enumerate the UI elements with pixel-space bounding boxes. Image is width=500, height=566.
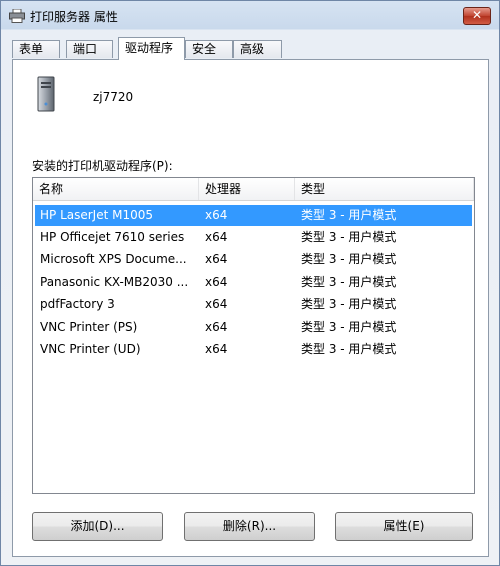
- window-title: 打印服务器 属性: [30, 10, 118, 24]
- installed-drivers-label: 安装的打印机驱动程序(P):: [32, 159, 173, 173]
- driver-type: 类型 3 - 用户模式: [301, 230, 397, 244]
- close-button[interactable]: ✕: [463, 7, 491, 25]
- driver-name: HP Officejet 7610 series: [40, 230, 185, 244]
- remove-driver-button[interactable]: 删除(R)...: [184, 512, 315, 541]
- list-header: 名称 处理器 类型: [33, 178, 474, 201]
- driver-type: 类型 3 - 用户模式: [301, 297, 397, 311]
- driver-name: pdfFactory 3: [40, 297, 115, 311]
- column-header-processor[interactable]: 处理器: [199, 178, 295, 200]
- driver-processor: x64: [205, 252, 228, 266]
- drivers-panel: zj7720 安装的打印机驱动程序(P): 名称 处理器 类型 HP Laser…: [12, 59, 489, 557]
- driver-processor: x64: [205, 208, 228, 222]
- driver-row[interactable]: VNC Printer (PS) x64 类型 3 - 用户模式: [35, 317, 472, 338]
- driver-name: Panasonic KX-MB2030 ...: [40, 275, 189, 289]
- tab-advanced[interactable]: 高级: [233, 40, 282, 58]
- tab-forms[interactable]: 表单: [12, 40, 60, 58]
- driver-name: VNC Printer (PS): [40, 320, 138, 334]
- tab-ports[interactable]: 端口: [66, 40, 113, 58]
- driver-processor: x64: [205, 275, 228, 289]
- driver-name: Microsoft XPS Docume...: [40, 252, 187, 266]
- driver-processor: x64: [205, 230, 228, 244]
- driver-row[interactable]: HP Officejet 7610 series x64 类型 3 - 用户模式: [35, 227, 472, 248]
- driver-name: VNC Printer (UD): [40, 342, 141, 356]
- tab-drivers[interactable]: 驱动程序: [118, 37, 185, 60]
- driver-type: 类型 3 - 用户模式: [301, 275, 397, 289]
- driver-processor: x64: [205, 342, 228, 356]
- driver-row[interactable]: pdfFactory 3 x64 类型 3 - 用户模式: [35, 294, 472, 315]
- tab-security[interactable]: 安全: [185, 40, 233, 58]
- driver-row[interactable]: HP LaserJet M1005 x64 类型 3 - 用户模式: [35, 205, 472, 226]
- driver-row[interactable]: Panasonic KX-MB2030 ... x64 类型 3 - 用户模式: [35, 272, 472, 293]
- drivers-list[interactable]: 名称 处理器 类型 HP LaserJet M1005 x64 类型 3 - 用…: [32, 177, 475, 494]
- driver-processor: x64: [205, 297, 228, 311]
- driver-processor: x64: [205, 320, 228, 334]
- column-header-type[interactable]: 类型: [295, 178, 474, 200]
- server-name: zj7720: [93, 90, 134, 104]
- driver-properties-button[interactable]: 属性(E): [335, 512, 473, 541]
- printer-icon: [9, 9, 25, 23]
- driver-type: 类型 3 - 用户模式: [301, 320, 397, 334]
- print-server-properties-window: 打印服务器 属性 ✕ 表单 端口 驱动程序 安全 高级 zj7720 安装的打印…: [0, 0, 500, 566]
- driver-name: HP LaserJet M1005: [40, 208, 154, 222]
- add-driver-button[interactable]: 添加(D)...: [32, 512, 163, 541]
- server-computer-icon: [37, 76, 55, 112]
- driver-type: 类型 3 - 用户模式: [301, 342, 397, 356]
- column-header-name[interactable]: 名称: [33, 178, 199, 200]
- driver-type: 类型 3 - 用户模式: [301, 252, 397, 266]
- driver-type: 类型 3 - 用户模式: [301, 208, 397, 222]
- driver-row[interactable]: Microsoft XPS Docume... x64 类型 3 - 用户模式: [35, 249, 472, 270]
- title-bar[interactable]: 打印服务器 属性 ✕: [1, 1, 499, 31]
- driver-row[interactable]: VNC Printer (UD) x64 类型 3 - 用户模式: [35, 339, 472, 360]
